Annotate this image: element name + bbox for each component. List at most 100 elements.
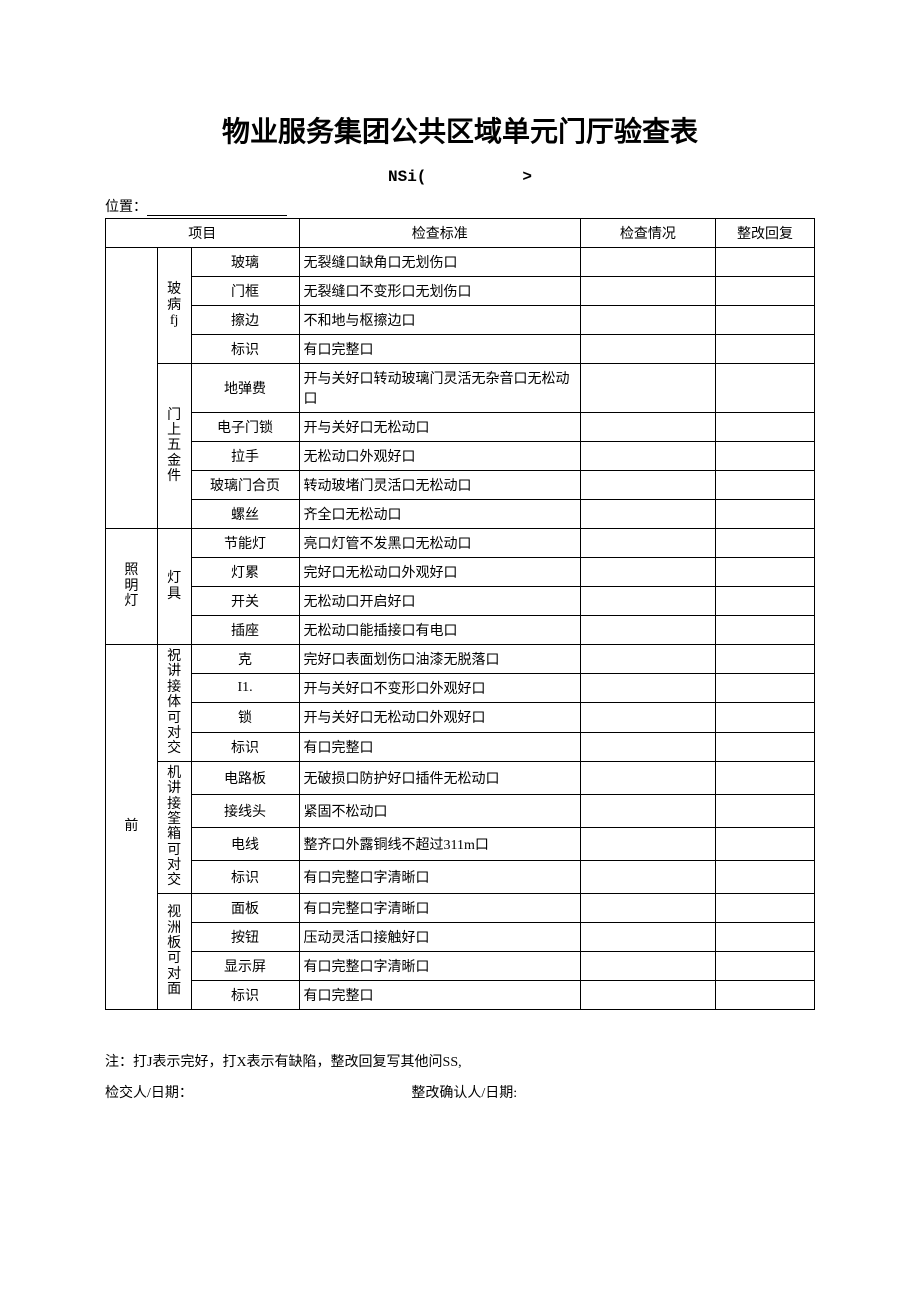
reply-cell[interactable]: [715, 529, 814, 558]
header-standard: 检查标准: [299, 219, 580, 248]
standard-cell: 无裂缝口不变形口无划伤口: [299, 277, 580, 306]
status-cell[interactable]: [580, 335, 715, 364]
inspection-table: 项目 检查标准 检查情况 整改回复 玻病fj玻璃无裂缝口缺角口无划伤口门框无裂缝…: [105, 218, 815, 1010]
item-cell: 标识: [191, 732, 299, 761]
reply-cell[interactable]: [715, 248, 814, 277]
status-cell[interactable]: [580, 413, 715, 442]
item-cell: 克: [191, 645, 299, 674]
table-row: 标识有口完整口: [106, 335, 815, 364]
status-cell[interactable]: [580, 306, 715, 335]
status-cell[interactable]: [580, 471, 715, 500]
table-row: 插座无松动口能插接口有电口: [106, 616, 815, 645]
status-cell[interactable]: [580, 703, 715, 732]
table-row: 照明灯灯具节能灯亮口灯管不发黑口无松动口: [106, 529, 815, 558]
group-level1: [106, 248, 158, 529]
reply-cell[interactable]: [715, 951, 814, 980]
status-cell[interactable]: [580, 732, 715, 761]
item-cell: 接线头: [191, 794, 299, 827]
standard-cell: 有口完整口字清晰口: [299, 951, 580, 980]
reply-cell[interactable]: [715, 364, 814, 413]
table-row: 标识有口完整口: [106, 732, 815, 761]
status-cell[interactable]: [580, 922, 715, 951]
group-level2: 玻病fj: [157, 248, 191, 364]
reply-cell[interactable]: [715, 277, 814, 306]
reply-cell[interactable]: [715, 922, 814, 951]
reply-cell[interactable]: [715, 827, 814, 860]
standard-cell: 开与关好口无松动口外观好口: [299, 703, 580, 732]
item-cell: 螺丝: [191, 500, 299, 529]
status-cell[interactable]: [580, 500, 715, 529]
status-cell[interactable]: [580, 364, 715, 413]
reply-cell[interactable]: [715, 703, 814, 732]
item-cell: 玻璃门合页: [191, 471, 299, 500]
item-cell: 锁: [191, 703, 299, 732]
reply-cell[interactable]: [715, 558, 814, 587]
item-cell: 地弹费: [191, 364, 299, 413]
status-cell[interactable]: [580, 529, 715, 558]
item-cell: 开关: [191, 587, 299, 616]
reply-cell[interactable]: [715, 616, 814, 645]
reply-cell[interactable]: [715, 732, 814, 761]
status-cell[interactable]: [580, 860, 715, 893]
header-reply: 整改回复: [715, 219, 814, 248]
table-row: 电线整齐口外露铜线不超过311m口: [106, 827, 815, 860]
status-cell[interactable]: [580, 951, 715, 980]
reply-cell[interactable]: [715, 674, 814, 703]
group-level2: 灯具: [157, 529, 191, 645]
reply-cell[interactable]: [715, 980, 814, 1009]
reply-cell[interactable]: [715, 306, 814, 335]
item-cell: 节能灯: [191, 529, 299, 558]
item-cell: 灯累: [191, 558, 299, 587]
reply-cell[interactable]: [715, 893, 814, 922]
standard-cell: 开与关好口不变形口外观好口: [299, 674, 580, 703]
status-cell[interactable]: [580, 442, 715, 471]
status-cell[interactable]: [580, 277, 715, 306]
status-cell[interactable]: [580, 674, 715, 703]
reply-cell[interactable]: [715, 500, 814, 529]
table-row: 灯累完好口无松动口外观好口: [106, 558, 815, 587]
table-row: 视洲板可对面面板有口完整口字清晰口: [106, 893, 815, 922]
table-note: 注：打J表示完好，打X表示有缺陷，整改回复写其他问SS,: [105, 1048, 815, 1079]
reply-cell[interactable]: [715, 413, 814, 442]
item-cell: 电子门锁: [191, 413, 299, 442]
table-row: 按钮压动灵活口接触好口: [106, 922, 815, 951]
reply-cell[interactable]: [715, 761, 814, 794]
reply-cell[interactable]: [715, 471, 814, 500]
status-cell[interactable]: [580, 248, 715, 277]
table-row: 玻璃门合页转动玻堵门灵活口无松动口: [106, 471, 815, 500]
item-cell: 插座: [191, 616, 299, 645]
status-cell[interactable]: [580, 827, 715, 860]
status-cell[interactable]: [580, 893, 715, 922]
group-level2: 祝讲接体可对交: [157, 645, 191, 762]
item-cell: 按钮: [191, 922, 299, 951]
standard-cell: 有口完整口字清晰口: [299, 893, 580, 922]
status-cell[interactable]: [580, 558, 715, 587]
reply-cell[interactable]: [715, 860, 814, 893]
status-cell[interactable]: [580, 980, 715, 1009]
table-row: 门框无裂缝口不变形口无划伤口: [106, 277, 815, 306]
status-cell[interactable]: [580, 761, 715, 794]
table-row: 机讲接筌箱可对交电路板无破损口防护好口插件无松动口: [106, 761, 815, 794]
reply-cell[interactable]: [715, 335, 814, 364]
location-field[interactable]: [147, 215, 287, 216]
status-cell[interactable]: [580, 645, 715, 674]
reply-cell[interactable]: [715, 587, 814, 616]
group-level1: 照明灯: [106, 529, 158, 645]
reply-cell[interactable]: [715, 645, 814, 674]
item-cell: I1.: [191, 674, 299, 703]
standard-cell: 有口完整口字清晰口: [299, 860, 580, 893]
subcode-left: NSi(: [388, 168, 426, 186]
status-cell[interactable]: [580, 616, 715, 645]
page-title: 物业服务集团公共区域单元门厅验查表: [105, 110, 815, 150]
table-row: 接线头紧固不松动口: [106, 794, 815, 827]
reply-cell[interactable]: [715, 794, 814, 827]
reply-cell[interactable]: [715, 442, 814, 471]
status-cell[interactable]: [580, 587, 715, 616]
table-row: I1.开与关好口不变形口外观好口: [106, 674, 815, 703]
item-cell: 拉手: [191, 442, 299, 471]
table-row: 标识有口完整口: [106, 980, 815, 1009]
standard-cell: 亮口灯管不发黑口无松动口: [299, 529, 580, 558]
item-cell: 擦边: [191, 306, 299, 335]
status-cell[interactable]: [580, 794, 715, 827]
standard-cell: 无松动口外观好口: [299, 442, 580, 471]
